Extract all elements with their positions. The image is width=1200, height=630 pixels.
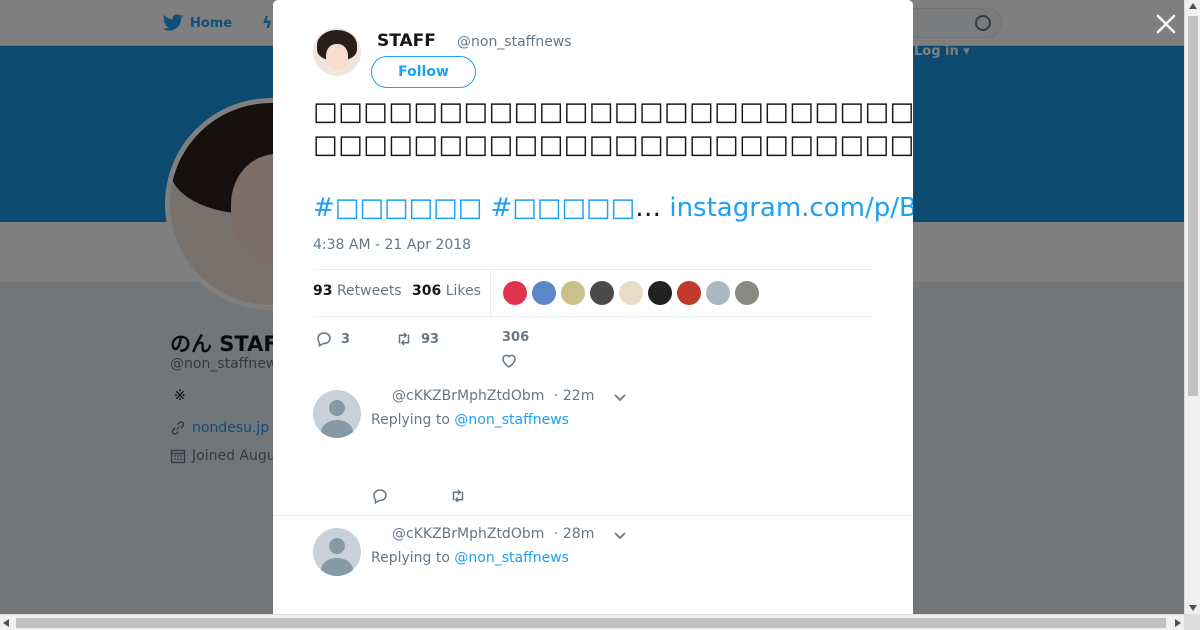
liker-avatar[interactable]	[590, 281, 614, 305]
retweet-action[interactable]: 93	[395, 330, 439, 348]
reply-action[interactable]: 3	[315, 330, 350, 348]
reply-tweet-actions	[371, 487, 467, 505]
reply-tweet[interactable]: @cKKZBrMphZtdObm · 22m Replying to @non_…	[273, 378, 913, 516]
liker-avatar[interactable]	[503, 281, 527, 305]
reply-time[interactable]: · 28m	[554, 526, 594, 542]
reply-avatar[interactable]	[313, 528, 361, 576]
tweet-actions: 3 93 306	[313, 328, 873, 372]
chevron-down-icon[interactable]	[613, 529, 627, 543]
liker-avatar[interactable]	[677, 281, 701, 305]
hashtag-link[interactable]: #□□□□□□	[313, 193, 482, 223]
tweet-text-body: □□□□□□□□□□□□□□□□□□□□□□□□ □□□□□□□□□□□□□□□□…	[313, 97, 913, 160]
reply-username[interactable]: @cKKZBrMphZtdObm	[392, 388, 544, 404]
scroll-up-icon[interactable]	[1189, 3, 1197, 9]
reply-icon[interactable]	[371, 487, 389, 505]
reply-icon	[317, 332, 331, 348]
ellipsis: …	[635, 193, 662, 223]
scrollbar-thumb[interactable]	[16, 618, 1166, 628]
close-icon	[1156, 14, 1176, 34]
close-modal-button[interactable]	[1154, 12, 1178, 36]
like-action[interactable]: 306	[502, 330, 529, 345]
replying-to-prefix: Replying to	[371, 412, 450, 428]
heart-icon	[502, 354, 516, 368]
author-avatar[interactable]	[313, 28, 361, 76]
scroll-right-icon[interactable]	[1175, 619, 1181, 627]
liker-avatar[interactable]	[735, 281, 759, 305]
replying-to: Replying to @non_staffnews	[371, 412, 569, 428]
hashtag-link[interactable]: #□□□□□	[490, 193, 635, 223]
follow-button[interactable]: Follow	[371, 56, 476, 88]
liker-avatar[interactable]	[561, 281, 585, 305]
tweet-permalink-modal: STAFF @non_staffnews Follow □□□□□□□□□□□□…	[273, 0, 913, 614]
retweet-icon[interactable]	[449, 487, 467, 505]
retweet-count: 93	[421, 331, 440, 347]
reply-username[interactable]: @cKKZBrMphZtdObm	[392, 526, 544, 542]
retweets-label: Retweets	[336, 283, 402, 299]
liker-avatars	[503, 281, 759, 305]
reply-count: 3	[341, 331, 351, 347]
tweet-hashtags-and-link: #□□□□□□ #□□□□□… instagram.com/p/Bh1MKHUH…	[313, 190, 913, 226]
scroll-left-icon[interactable]	[3, 619, 9, 627]
reply-avatar[interactable]	[313, 390, 361, 438]
retweets-stat[interactable]: 93 Retweets	[313, 283, 402, 299]
reply-tweet[interactable]: @cKKZBrMphZtdObm · 28m Replying to @non_…	[273, 516, 913, 614]
tweet-text: □□□□□□□□□□□□□□□□□□□□□□□□ □□□□□□□□□□□□□□□□…	[313, 96, 913, 162]
likes-count: 306	[412, 283, 442, 299]
vertical-scrollbar[interactable]	[1184, 0, 1200, 614]
replying-to: Replying to @non_staffnews	[371, 550, 569, 566]
horizontal-scrollbar[interactable]	[0, 614, 1184, 630]
replying-to-prefix: Replying to	[371, 550, 450, 566]
liker-avatar[interactable]	[648, 281, 672, 305]
tweet-stats: 93 Retweets 306 Likes	[313, 269, 873, 317]
reply-time[interactable]: · 22m	[554, 388, 594, 404]
chevron-down-icon[interactable]	[613, 391, 627, 405]
scrollbar-thumb[interactable]	[1188, 16, 1198, 396]
like-button[interactable]	[500, 352, 518, 370]
scroll-down-icon[interactable]	[1189, 605, 1197, 611]
author-name[interactable]: STAFF	[377, 31, 436, 51]
stats-divider	[490, 270, 491, 316]
liker-avatar[interactable]	[706, 281, 730, 305]
likes-label: Likes	[445, 283, 481, 299]
like-count: 306	[502, 330, 530, 345]
replying-to-handle[interactable]: @non_staffnews	[454, 412, 569, 428]
likes-stat[interactable]: 306 Likes	[412, 283, 481, 299]
author-handle[interactable]: @non_staffnews	[457, 34, 572, 50]
liker-avatar[interactable]	[532, 281, 556, 305]
tweet-timestamp[interactable]: 4:38 AM - 21 Apr 2018	[313, 237, 471, 253]
liker-avatar[interactable]	[619, 281, 643, 305]
retweets-count: 93	[313, 283, 333, 299]
retweet-icon	[398, 332, 410, 346]
instagram-link[interactable]: instagram.com/p/Bh1MKHUHCTd/	[669, 193, 913, 223]
replying-to-handle[interactable]: @non_staffnews	[454, 550, 569, 566]
scrollbar-corner	[1184, 614, 1200, 630]
